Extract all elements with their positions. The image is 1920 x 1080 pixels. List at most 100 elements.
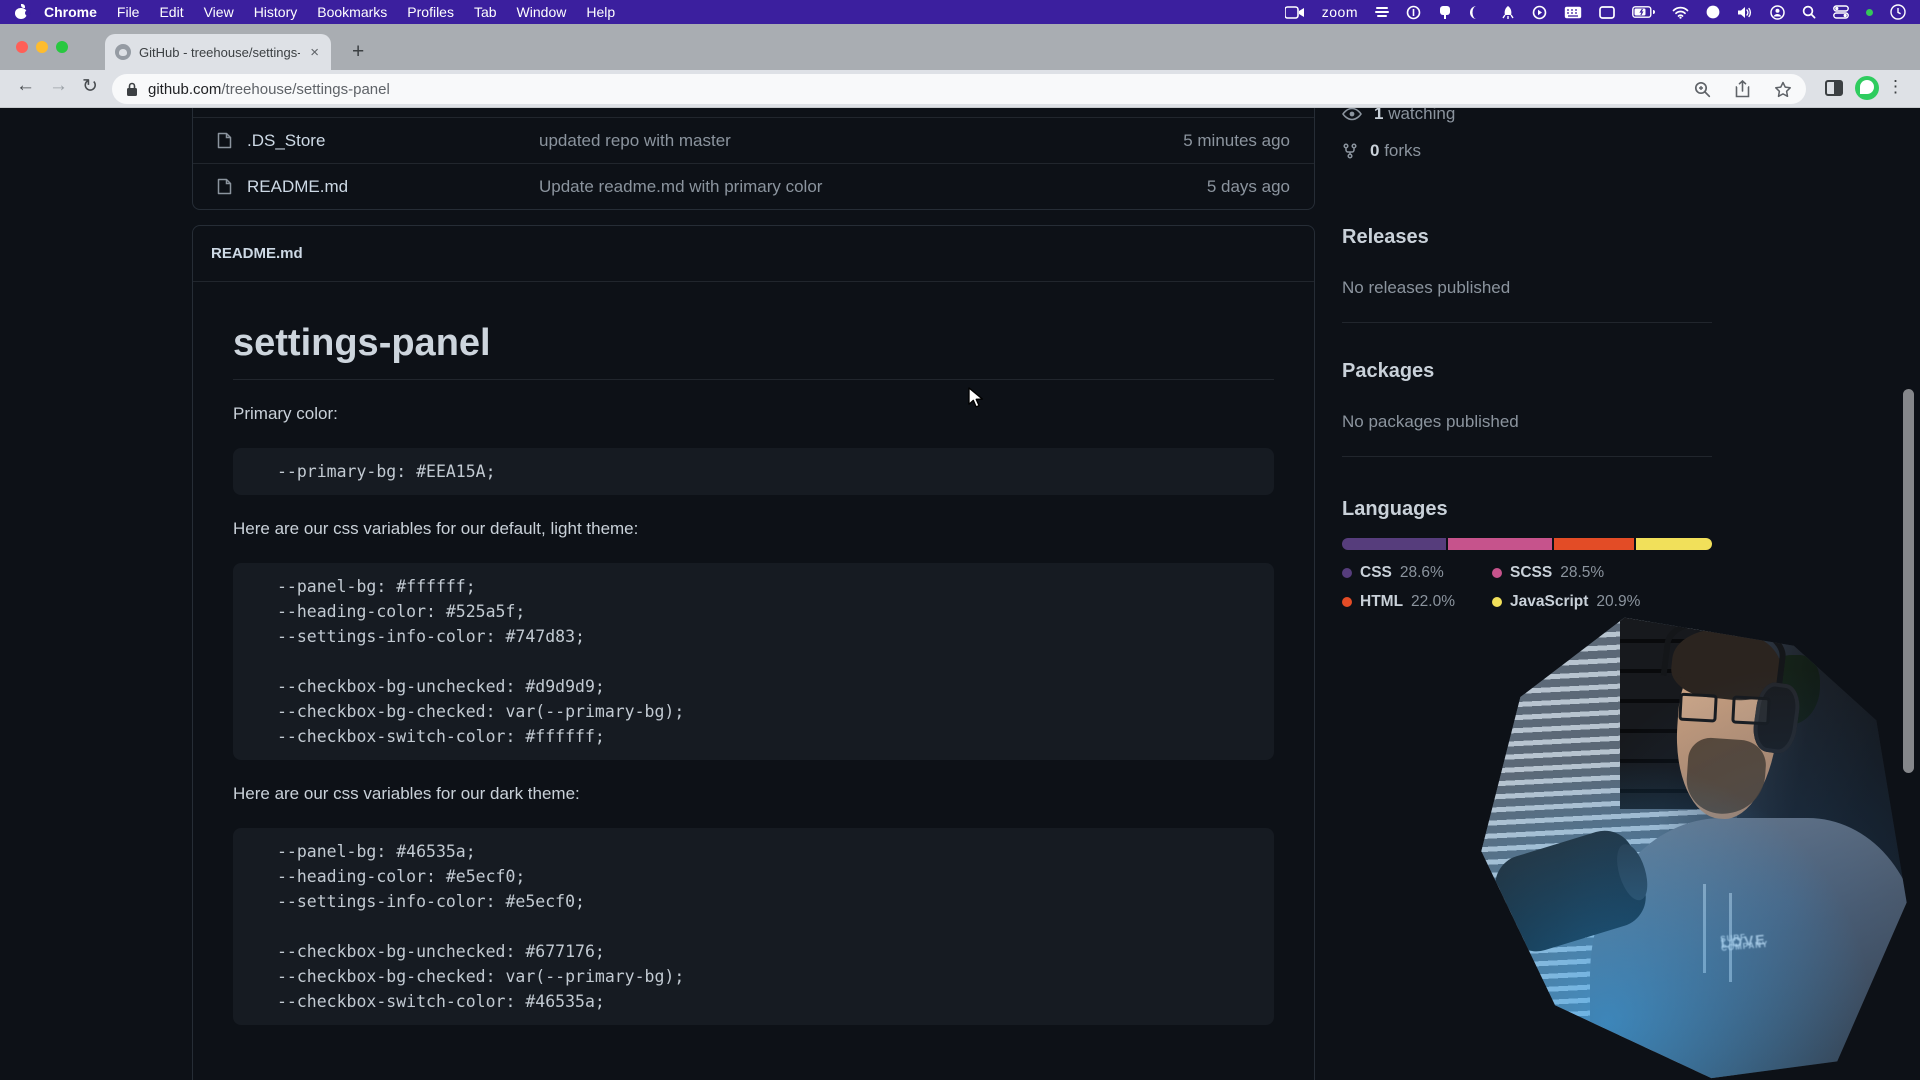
contrast-icon[interactable] xyxy=(1469,5,1484,20)
control-center-icon[interactable] xyxy=(1833,5,1849,19)
commit-time[interactable]: 5 minutes ago xyxy=(1183,131,1290,151)
readme-filename: README.md xyxy=(211,245,303,262)
menu-chrome[interactable]: Chrome xyxy=(34,0,107,24)
back-button[interactable]: ← xyxy=(16,75,35,97)
commit-time[interactable]: 5 days ago xyxy=(1207,177,1290,197)
layers-icon[interactable] xyxy=(1375,5,1389,19)
user-circle-icon[interactable] xyxy=(1770,5,1785,20)
readme-panel: README.md settings-panel Primary color: … xyxy=(192,225,1315,1080)
language-bar-html[interactable] xyxy=(1554,538,1634,550)
browser-tab[interactable]: GitHub - treehouse/settings-pa × xyxy=(105,34,331,70)
menu-window[interactable]: Window xyxy=(507,0,577,24)
menu-bookmarks[interactable]: Bookmarks xyxy=(307,0,397,24)
battery-icon[interactable] xyxy=(1632,6,1655,18)
table-row[interactable]: README.md Update readme.md with primary … xyxy=(193,163,1314,209)
scrollbar-thumb[interactable] xyxy=(1903,389,1914,773)
language-bar-css[interactable] xyxy=(1342,538,1446,550)
window-icon[interactable] xyxy=(1599,6,1615,19)
zoom-status-label[interactable]: zoom xyxy=(1322,4,1358,20)
url-text: github.com/treehouse/settings-panel xyxy=(148,81,390,98)
keyboard-icon[interactable] xyxy=(1564,6,1582,19)
reload-button[interactable]: ↻ xyxy=(82,75,98,98)
watching-row[interactable]: 1 watching xyxy=(1342,108,1455,124)
apple-icon[interactable] xyxy=(14,5,28,19)
file-name[interactable]: .DS_Store xyxy=(247,131,325,151)
lock-icon xyxy=(126,82,138,97)
paddle-icon[interactable] xyxy=(1438,5,1452,20)
language-bar-javascript[interactable] xyxy=(1636,538,1712,550)
menu-help[interactable]: Help xyxy=(576,0,625,24)
browser-menu-icon[interactable]: ⋮ xyxy=(1887,77,1904,97)
file-table: .DS_Store updated repo with master 5 min… xyxy=(192,108,1315,210)
divider xyxy=(1342,456,1712,457)
language-legend: CSS28.6% SCSS28.5% HTML22.0% JavaScript2… xyxy=(1342,564,1640,611)
menu-tab[interactable]: Tab xyxy=(464,0,507,24)
legend-item-scss[interactable]: SCSS28.5% xyxy=(1492,564,1640,582)
commit-message[interactable]: Update readme.md with primary color xyxy=(539,177,1207,197)
language-bar-scss[interactable] xyxy=(1448,538,1552,550)
wifi-icon[interactable] xyxy=(1672,6,1689,19)
file-name[interactable]: README.md xyxy=(247,177,348,197)
clock-icon[interactable] xyxy=(1890,4,1906,20)
menu-profiles[interactable]: Profiles xyxy=(397,0,464,24)
menu-view[interactable]: View xyxy=(194,0,244,24)
watching-count: 1 xyxy=(1374,108,1383,123)
menu-edit[interactable]: Edit xyxy=(149,0,193,24)
code-block-light-theme: --panel-bg: #ffffff; --heading-color: #5… xyxy=(233,563,1274,760)
code-block-primary: --primary-bg: #EEA15A; xyxy=(233,448,1274,495)
readme-title: settings-panel xyxy=(233,322,1274,380)
menu-history[interactable]: History xyxy=(244,0,308,24)
readme-light-label: Here are our css variables for our defau… xyxy=(233,519,1274,539)
commit-message[interactable]: updated repo with master xyxy=(539,131,1183,151)
close-window-button[interactable] xyxy=(16,41,28,53)
window-controls xyxy=(16,41,68,53)
watching-label: watching xyxy=(1388,108,1455,123)
code-block-dark-theme: --panel-bg: #46535a; --heading-color: #e… xyxy=(233,828,1274,1025)
play-circle-icon[interactable] xyxy=(1532,5,1547,20)
legend-item-css[interactable]: CSS28.6% xyxy=(1342,564,1492,582)
mouse-cursor xyxy=(967,387,986,409)
fullscreen-window-button[interactable] xyxy=(56,41,68,53)
forks-row[interactable]: 0 forks xyxy=(1342,141,1421,161)
css-dot-icon xyxy=(1342,568,1352,578)
zoom-page-icon[interactable] xyxy=(1694,81,1711,98)
url-domain: github.com xyxy=(148,81,221,98)
side-panel-icon[interactable] xyxy=(1825,80,1843,96)
rocket-icon[interactable] xyxy=(1501,5,1515,20)
packages-empty-text: No packages published xyxy=(1342,412,1519,432)
languages-heading[interactable]: Languages xyxy=(1342,498,1448,521)
table-row[interactable]: .DS_Store updated repo with master 5 min… xyxy=(193,117,1314,163)
url-path: /treehouse/settings-panel xyxy=(221,81,389,98)
volume-icon[interactable] xyxy=(1737,6,1753,19)
video-camera-icon[interactable] xyxy=(1285,6,1305,19)
share-icon[interactable] xyxy=(1735,80,1750,98)
readme-header[interactable]: README.md xyxy=(193,226,1314,282)
javascript-dot-icon xyxy=(1492,597,1502,607)
legend-item-html[interactable]: HTML22.0% xyxy=(1342,593,1492,611)
menu-file[interactable]: File xyxy=(107,0,150,24)
readme-body: settings-panel Primary color: --primary-… xyxy=(193,282,1314,1080)
packages-heading[interactable]: Packages xyxy=(1342,360,1434,383)
record-dot-icon[interactable] xyxy=(1706,5,1720,19)
browser-toolbar: ← → ↻ github.com/treehouse/settings-pane… xyxy=(0,70,1920,108)
fork-icon xyxy=(1342,143,1358,159)
releases-empty-text: No releases published xyxy=(1342,278,1510,298)
screen: Chrome File Edit View History Bookmarks … xyxy=(0,0,1920,1080)
search-icon[interactable] xyxy=(1802,5,1816,19)
legend-item-javascript[interactable]: JavaScript20.9% xyxy=(1492,593,1640,611)
bookmark-star-icon[interactable] xyxy=(1774,81,1792,98)
minimize-window-button[interactable] xyxy=(36,41,48,53)
profile-avatar[interactable] xyxy=(1855,76,1879,100)
forks-count: 0 xyxy=(1370,141,1379,160)
forward-button[interactable]: → xyxy=(49,75,68,97)
divider xyxy=(1342,322,1712,323)
file-name-cell[interactable]: README.md xyxy=(217,177,539,197)
tab-strip: GitHub - treehouse/settings-pa × + xyxy=(0,24,1920,70)
power-circle-icon[interactable] xyxy=(1406,5,1421,20)
new-tab-button[interactable]: + xyxy=(352,38,364,66)
releases-heading[interactable]: Releases xyxy=(1342,226,1429,249)
close-tab-icon[interactable]: × xyxy=(308,44,321,61)
address-bar[interactable]: github.com/treehouse/settings-panel xyxy=(112,74,1806,104)
file-name-cell[interactable]: .DS_Store xyxy=(217,131,539,151)
file-icon xyxy=(217,132,232,149)
